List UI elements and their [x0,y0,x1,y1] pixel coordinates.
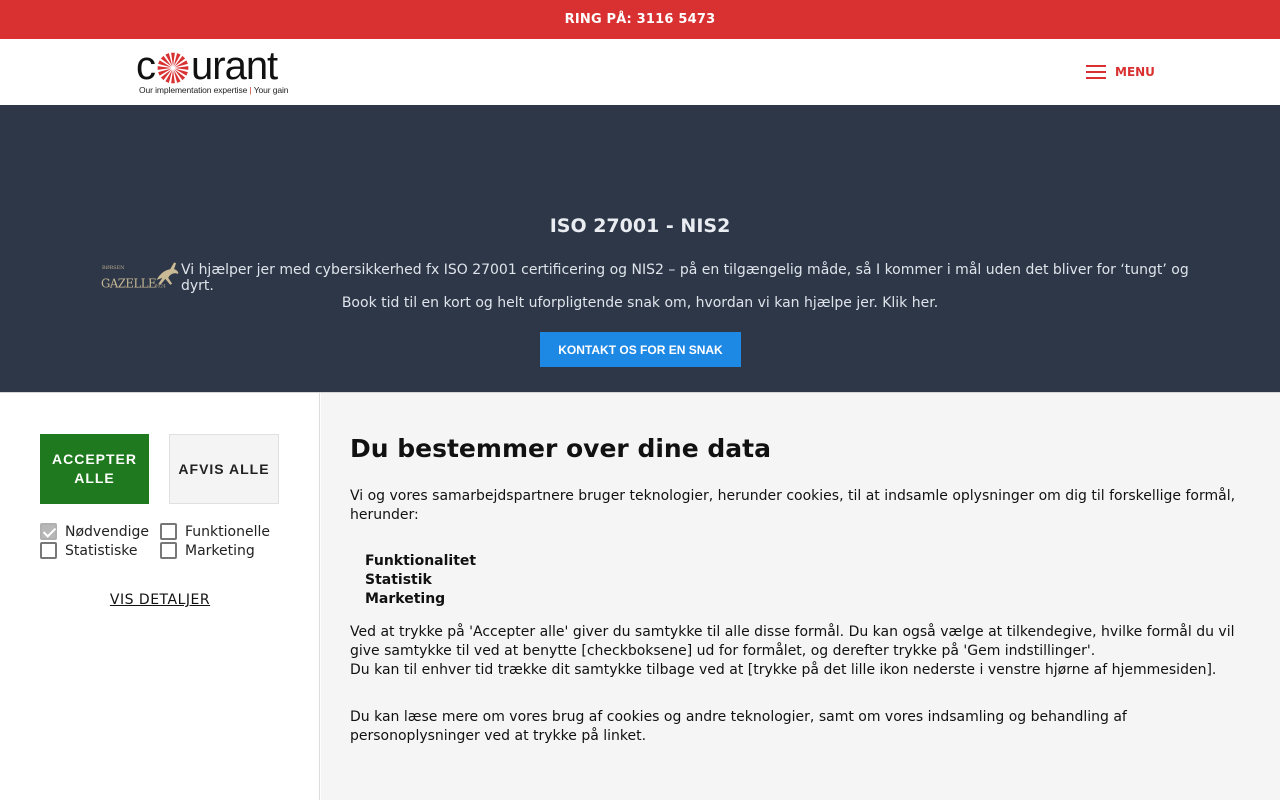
consent-heading: Du bestemmer over dine data [350,434,771,463]
courant-logo[interactable]: c urant Our implementation expertise | Y… [136,44,318,100]
purpose-item: Funktionalitet [365,553,477,569]
hero-line-1-text: Vi hjælper jer med cybersikkerhed fx ISO… [180,262,1189,294]
consent-body-1: Ved at trykke på 'Accepter alle' giver d… [350,624,1235,659]
consent-intro: Vi og vores samarbejdspartnere bruger te… [350,488,1236,523]
checkbox-marketing-box[interactable] [160,542,177,559]
tagline-separator: | [249,85,252,95]
show-details-link[interactable]: VIS DETALJER [0,592,320,608]
badge-year: 2024 [155,285,166,290]
checkbox-marketing[interactable]: Marketing [160,542,255,559]
hamburger-icon [1086,65,1106,79]
accept-all-button[interactable]: ACCEPTER ALLE [40,434,149,504]
checkbox-marketing-label: Marketing [185,542,255,559]
consent-body-2: Du kan til enhver tid trække dit samtykk… [350,662,1217,678]
logo-letters-urant: urant [191,44,278,88]
hero-title: ISO 27001 - NIS2 [549,215,731,237]
menu-label: MENU [1115,65,1155,79]
badge-top: BØRSEN [102,264,125,271]
checkbox-necessary[interactable]: Nødvendige [40,523,149,540]
checkbox-necessary-box[interactable] [40,523,57,540]
purpose-list: Funktionalitet Statistik Marketing [365,552,476,609]
checkbox-functional-box[interactable] [160,523,177,540]
sun-logo-icon [157,52,189,84]
badge-name: GAZELLE [101,277,156,291]
tagline-right: Your gain [253,85,289,95]
purpose-item: Marketing [365,591,446,607]
consent-more-info[interactable]: Du kan læse mere om vores brug af cookie… [350,708,1250,746]
checkbox-functional-label: Funktionelle [185,523,270,540]
phone-link[interactable]: RING PÅ: 3116 5473 [565,12,716,27]
purpose-item: Statistik [365,572,432,588]
borsen-gazelle-badge-icon: BØRSEN GAZELLE 2024 [101,262,179,291]
tagline-left: Our implementation expertise [139,85,248,95]
hero-line-2[interactable]: Book tid til en kort og helt uforpligten… [0,295,1280,311]
top-phone-bar: RING PÅ: 3116 5473 [0,0,1280,39]
consent-text: Du bestemmer over dine data Vi og vores … [321,393,1280,800]
checkbox-necessary-label: Nødvendige [65,523,149,540]
cookie-consent-panel: ACCEPTER ALLE AFVIS ALLE Nødvendige Funk… [0,392,1280,800]
logo-letter-c: c [136,44,156,88]
menu-button[interactable]: MENU [1086,65,1155,79]
contact-cta-button[interactable]: KONTAKT OS FOR EN SNAK [540,332,741,367]
logo-wordmark: c urant [136,44,278,88]
hero-line-1: BØRSEN GAZELLE 2024 Vi hjælper jer med c… [100,262,1200,294]
hero-section: ISO 27001 - NIS2 BØRSEN GAZELLE 2024 Vi … [0,105,1280,392]
checkbox-statistics-box[interactable] [40,542,57,559]
logo-tagline: Our implementation expertise | Your gain [139,85,289,95]
reject-all-button[interactable]: AFVIS ALLE [169,434,279,504]
consent-body: Ved at trykke på 'Accepter alle' giver d… [350,623,1250,680]
checkbox-functional[interactable]: Funktionelle [160,523,270,540]
checkbox-statistics-label: Statistiske [65,542,138,559]
checkbox-statistics[interactable]: Statistiske [40,542,138,559]
site-header: c urant Our implementation expertise | Y… [0,39,1280,105]
consent-controls: ACCEPTER ALLE AFVIS ALLE Nødvendige Funk… [0,393,320,800]
